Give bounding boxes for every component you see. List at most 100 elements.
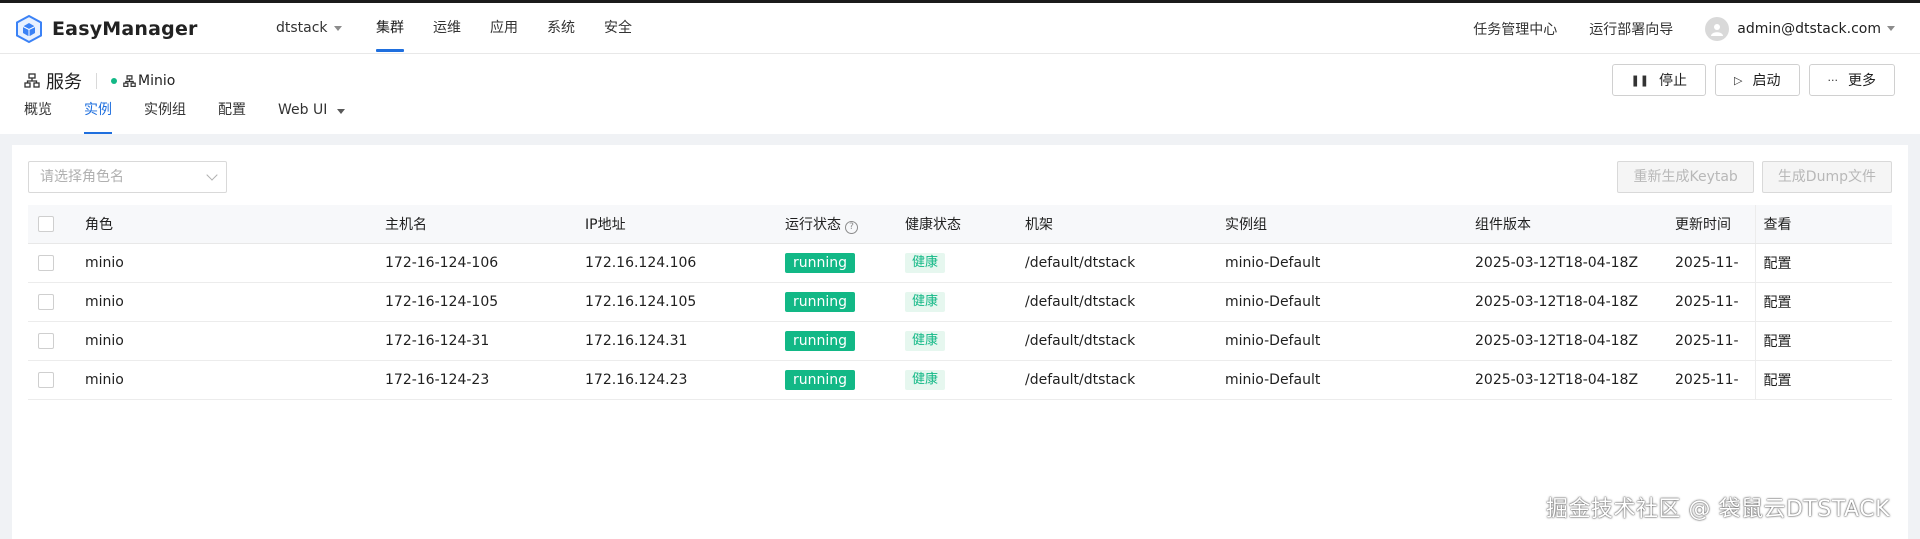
generate-dump-button[interactable]: 生成Dump文件 [1761, 161, 1892, 193]
rack-cell: /default/dtstack [1025, 243, 1225, 283]
ip-link[interactable]: 172.16.124.106 [585, 243, 785, 283]
role-link[interactable]: minio [85, 282, 385, 322]
hostname-link[interactable]: 172-16-124-105 [385, 282, 585, 322]
row-checkbox[interactable] [38, 293, 54, 310]
task-center-link[interactable]: 任务管理中心 [1473, 19, 1557, 39]
health-status-badge: 健康 [905, 291, 946, 312]
select-all-checkbox[interactable] [38, 215, 54, 232]
user-icon [1711, 23, 1724, 36]
role-link[interactable]: minio [85, 360, 385, 400]
tab-web-ui-label: Web UI [278, 102, 328, 118]
updated-cell: 2025-11- [1675, 282, 1755, 322]
tab-instances[interactable]: 实例 [84, 98, 112, 134]
column-header-ip[interactable]: IP地址 [585, 205, 785, 244]
app-logo[interactable]: EasyManager [14, 14, 198, 44]
top-header: EasyManager dtstack 集群 运维 应用 系统 安全 任务管理中… [0, 3, 1920, 54]
role-select-placeholder: 请选择角色名 [40, 169, 124, 185]
ip-link[interactable]: 172.16.124.23 [585, 360, 785, 400]
page-title: 服务 [46, 72, 82, 93]
column-header-role[interactable]: 角色 [85, 205, 385, 244]
table-row: minio 172-16-124-31 172.16.124.31 runnin… [28, 321, 1892, 361]
health-status-badge: 健康 [905, 330, 946, 351]
column-header-version[interactable]: 组件版本 [1475, 205, 1675, 244]
row-checkbox[interactable] [38, 371, 54, 388]
role-select[interactable]: 请选择角色名 [28, 161, 227, 193]
service-tabs: 概览 实例 实例组 配置 Web UI [24, 98, 377, 134]
tab-overview[interactable]: 概览 [24, 98, 52, 134]
running-status-badge: running [785, 252, 856, 273]
hostname-link[interactable]: 172-16-124-31 [385, 321, 585, 361]
chevron-down-icon [1887, 26, 1895, 31]
column-header-health[interactable]: 健康状态 [905, 205, 1025, 244]
table-header-row: 角色 主机名 IP地址 运行状态? 健康状态 机架 实例组 组件版本 更新时间 … [28, 205, 1892, 244]
header-right: 任务管理中心 运行部署向导 admin@dtstack.com [1473, 3, 1895, 54]
user-email: admin@dtstack.com [1737, 20, 1881, 37]
user-menu[interactable]: admin@dtstack.com [1705, 16, 1895, 41]
role-link[interactable]: minio [85, 321, 385, 361]
column-header-rack[interactable]: 机架 [1025, 205, 1225, 244]
service-status-dot [111, 78, 117, 84]
column-header-instance-group[interactable]: 实例组 [1225, 205, 1475, 244]
ip-link[interactable]: 172.16.124.31 [585, 321, 785, 361]
health-status-badge: 健康 [905, 369, 946, 390]
config-link[interactable]: 配置 [1754, 360, 1892, 400]
play-icon: ▷ [1734, 73, 1743, 87]
cube-logo-icon [16, 14, 42, 44]
nav-item-security[interactable]: 安全 [604, 3, 632, 54]
row-checkbox[interactable] [38, 332, 54, 349]
help-icon[interactable]: ? [845, 220, 858, 234]
hostname-link[interactable]: 172-16-124-23 [385, 360, 585, 400]
regenerate-keytab-button[interactable]: 重新生成Keytab [1617, 161, 1754, 193]
running-status-badge: running [785, 291, 856, 312]
column-header-updated[interactable]: 更新时间 [1675, 205, 1755, 244]
divider [96, 73, 97, 89]
nav-item-apps[interactable]: 应用 [490, 3, 518, 54]
chevron-down-icon [337, 109, 346, 114]
nav-item-system[interactable]: 系统 [547, 3, 575, 54]
ip-link[interactable]: 172.16.124.105 [585, 282, 785, 322]
tab-web-ui[interactable]: Web UI [278, 98, 346, 134]
updated-cell: 2025-11- [1675, 243, 1755, 283]
tab-instance-groups[interactable]: 实例组 [144, 98, 186, 134]
pause-icon: ❚❚ [1630, 73, 1650, 87]
nav-item-ops[interactable]: 运维 [433, 3, 461, 54]
version-cell: 2025-03-12T18-04-18Z [1475, 243, 1675, 283]
version-cell: 2025-03-12T18-04-18Z [1475, 282, 1675, 322]
running-status-badge: running [785, 330, 856, 351]
version-cell: 2025-03-12T18-04-18Z [1475, 321, 1675, 361]
cluster-selector[interactable]: dtstack [276, 20, 342, 36]
stop-label: 停止 [1659, 73, 1688, 89]
config-link[interactable]: 配置 [1754, 321, 1892, 361]
rack-cell: /default/dtstack [1025, 360, 1225, 400]
config-link[interactable]: 配置 [1754, 282, 1892, 322]
role-link[interactable]: minio [85, 243, 385, 283]
instance-group-cell: minio-Default [1225, 282, 1475, 322]
rack-cell: /default/dtstack [1025, 321, 1225, 361]
breadcrumb: 服务 Minio [24, 68, 175, 94]
instances-table: 角色 主机名 IP地址 运行状态? 健康状态 机架 实例组 组件版本 更新时间 … [28, 205, 1892, 400]
config-link[interactable]: 配置 [1754, 243, 1892, 283]
app-name: EasyManager [52, 18, 198, 40]
table-row: minio 172-16-124-106 172.16.124.106 runn… [28, 243, 1892, 283]
service-icon [123, 74, 136, 87]
instance-group-cell: minio-Default [1225, 321, 1475, 361]
start-label: 启动 [1752, 73, 1781, 89]
stop-button[interactable]: ❚❚ 停止 [1611, 64, 1707, 96]
column-header-hostname[interactable]: 主机名 [385, 205, 585, 244]
column-header-run-status[interactable]: 运行状态? [785, 205, 905, 244]
tab-config[interactable]: 配置 [218, 98, 246, 134]
rack-cell: /default/dtstack [1025, 282, 1225, 322]
more-button[interactable]: ··· 更多 [1808, 64, 1895, 96]
running-status-badge: running [785, 369, 856, 390]
row-checkbox[interactable] [38, 254, 54, 271]
deploy-wizard-link[interactable]: 运行部署向导 [1589, 19, 1673, 39]
ellipsis-icon: ··· [1827, 73, 1839, 87]
start-button[interactable]: ▷ 启动 [1715, 64, 1800, 96]
health-status-badge: 健康 [905, 252, 946, 273]
chevron-down-icon [333, 25, 342, 31]
service-name[interactable]: Minio [138, 73, 175, 89]
chevron-down-icon [206, 169, 218, 181]
table-row: minio 172-16-124-105 172.16.124.105 runn… [28, 282, 1892, 322]
hostname-link[interactable]: 172-16-124-106 [385, 243, 585, 283]
nav-item-cluster[interactable]: 集群 [376, 3, 404, 54]
